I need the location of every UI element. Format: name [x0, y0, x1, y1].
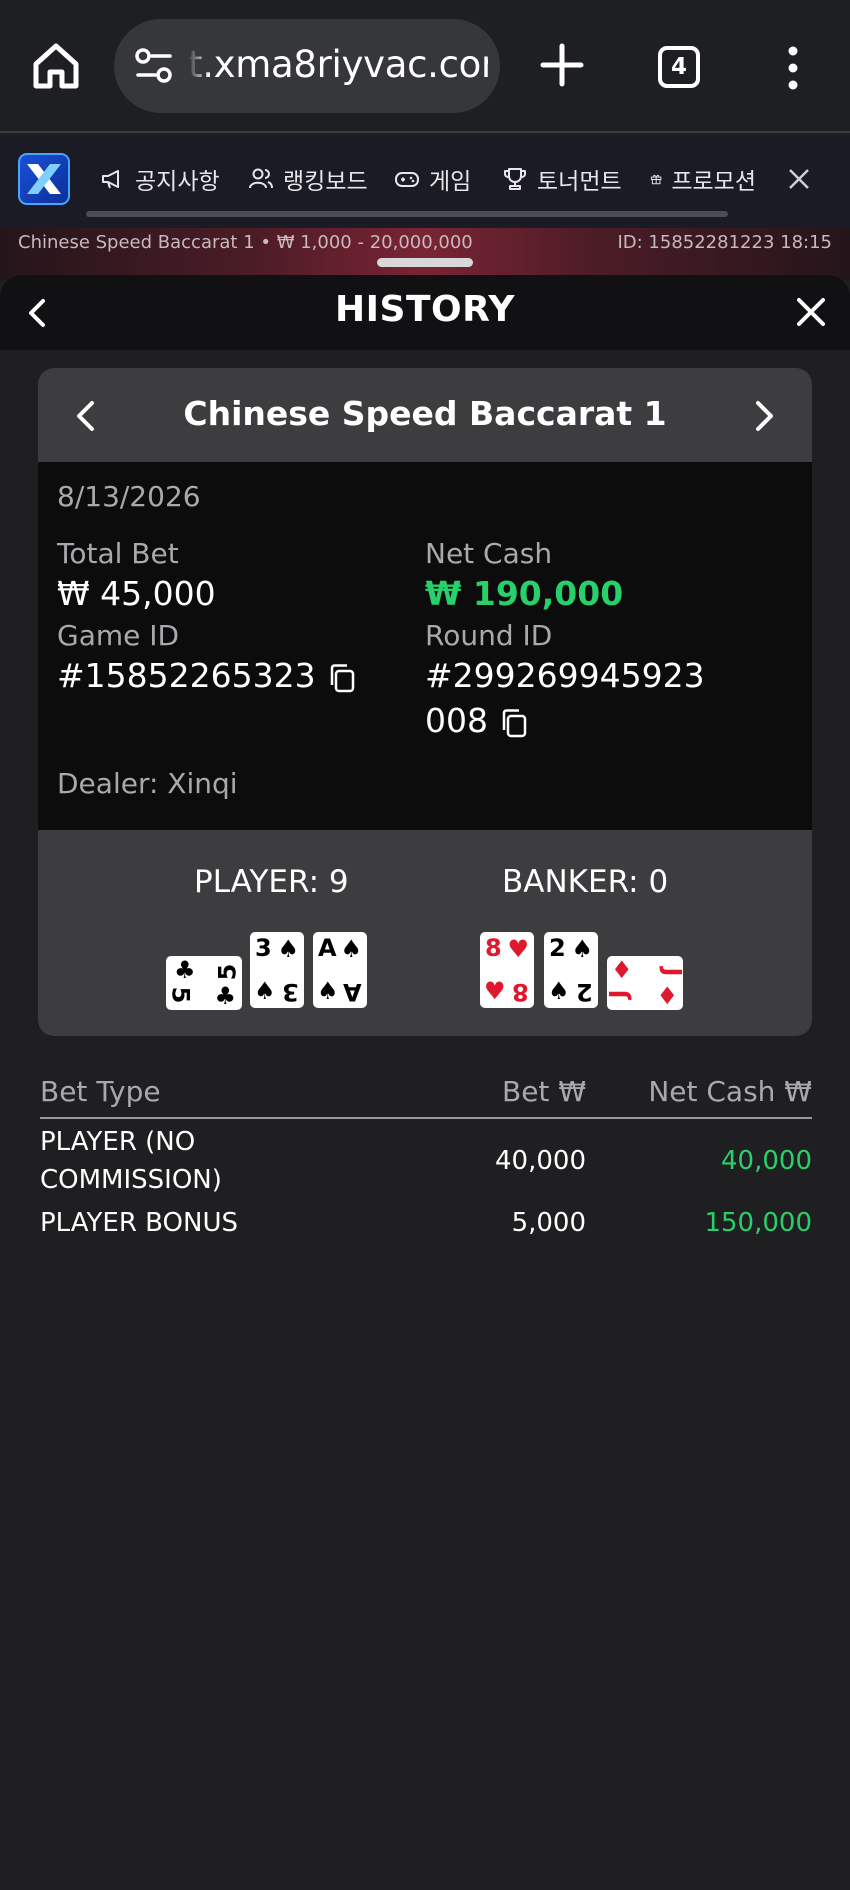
banker-card-2: 2 ♠ ♠ 2	[544, 932, 598, 1008]
game-name: Chinese Speed Baccarat 1 • ₩ 1,000 - 20,…	[18, 232, 473, 253]
nav-item-label: 토너먼트	[537, 169, 622, 195]
net-cash-amount: 150,000	[704, 1208, 812, 1238]
bet-type: PLAYER BONUS	[40, 1208, 238, 1238]
round-id-value: #299269945923	[425, 656, 705, 695]
game-id-label: Game ID	[57, 619, 180, 652]
round-id-value-continued: 008	[425, 701, 488, 740]
net-cash-label: Net Cash	[425, 537, 553, 570]
copy-icon[interactable]	[328, 663, 356, 693]
round-details: 8/13/2026 Total Bet ₩ 45,000 Net Cash ₩ …	[38, 462, 812, 830]
game-id-row: #15852265323	[57, 656, 356, 695]
modal-header: HISTORY	[0, 275, 850, 350]
banker-score: BANKER: 0	[502, 864, 669, 900]
dealer-name: Dealer: Xinqi	[57, 767, 238, 800]
round-id-row: 008	[425, 701, 528, 740]
total-bet-value: ₩ 45,000	[57, 574, 216, 613]
url-text[interactable]: t.xma8riyvac.com	[188, 43, 488, 86]
nav-item-label: 랭킹보드	[283, 169, 368, 195]
trophy-icon	[504, 168, 526, 190]
copy-icon[interactable]	[500, 708, 528, 738]
site-logo-icon[interactable]	[18, 153, 70, 205]
header-divider	[40, 1117, 812, 1119]
player-card-1: 5 ♣ 5 ♣	[166, 956, 242, 1010]
net-cash-amount: 40,000	[721, 1146, 812, 1176]
game-title: Chinese Speed Baccarat 1	[183, 394, 667, 433]
megaphone-icon	[102, 170, 119, 189]
nav-scrollbar[interactable]	[86, 211, 728, 217]
nav-item-ranking[interactable]: 랭킹보드	[248, 162, 368, 196]
player-score: PLAYER: 9	[194, 864, 349, 900]
round-date: 8/13/2026	[57, 480, 201, 513]
nav-item-tournament[interactable]: 토너먼트	[502, 162, 622, 196]
round-id-label: Round ID	[425, 619, 553, 652]
users-icon	[249, 168, 273, 189]
tab-switcher-button[interactable]: 4	[658, 46, 700, 88]
new-tab-icon[interactable]	[540, 43, 584, 87]
nav-item-label: 프로모션	[671, 169, 756, 195]
site-settings-icon[interactable]	[134, 46, 174, 86]
column-header-net-cash: Net Cash ₩	[648, 1075, 812, 1108]
close-icon[interactable]	[795, 296, 827, 328]
bet-amount: 40,000	[495, 1146, 586, 1176]
close-icon[interactable]	[786, 166, 812, 192]
nav-item-label: 게임	[429, 169, 472, 195]
bet-amount: 5,000	[511, 1208, 586, 1238]
round-result: PLAYER: 9 BANKER: 0 5 ♣ 5 ♣ 3 ♠ ♠ 3 A ♠ …	[38, 830, 812, 1036]
drag-handle[interactable]	[377, 258, 473, 267]
nav-item-promotion[interactable]: 프로모션	[650, 162, 756, 196]
modal-title: HISTORY	[335, 289, 515, 330]
total-bet-label: Total Bet	[57, 537, 179, 570]
net-cash-value: ₩ 190,000	[425, 574, 624, 613]
bet-type: PLAYER (NO	[40, 1127, 196, 1157]
nav-item-games[interactable]: 게임	[394, 162, 471, 196]
site-navigation: 공지사항 랭킹보드 게임 토너먼트 프로모션	[0, 135, 850, 228]
home-icon[interactable]	[30, 40, 82, 92]
gift-icon	[650, 174, 662, 185]
game-id-value: #15852265323	[57, 656, 316, 695]
banker-card-1: 8 ♥ ♥ 8	[480, 932, 534, 1008]
bet-type-continued: COMMISSION)	[40, 1165, 222, 1195]
banker-card-3: ♦ J J ♦	[604, 956, 687, 1010]
history-modal: HISTORY Chinese Speed Baccarat 1 8/13/20…	[0, 275, 850, 1890]
player-card-3: A ♠ ♠ A	[313, 932, 367, 1008]
nav-item-notice[interactable]: 공지사항	[100, 162, 220, 196]
next-round-icon[interactable]	[752, 398, 778, 434]
card-header: Chinese Speed Baccarat 1	[38, 368, 812, 462]
round-detail-card: Chinese Speed Baccarat 1 8/13/2026 Total…	[38, 368, 812, 1036]
address-bar[interactable]: t.xma8riyvac.com	[114, 19, 500, 113]
column-header-bet-type: Bet Type	[40, 1075, 161, 1108]
player-card-2: 3 ♠ ♠ 3	[250, 932, 304, 1008]
browser-toolbar: t.xma8riyvac.com 4	[0, 0, 850, 133]
column-header-bet: Bet ₩	[502, 1075, 586, 1108]
gamepad-icon	[395, 172, 419, 187]
game-info-strip: Chinese Speed Baccarat 1 • ₩ 1,000 - 20,…	[0, 228, 850, 280]
nav-item-label: 공지사항	[135, 169, 220, 195]
more-menu-icon[interactable]	[782, 46, 804, 90]
game-round-id: ID: 15852281223 18:15	[617, 232, 832, 253]
